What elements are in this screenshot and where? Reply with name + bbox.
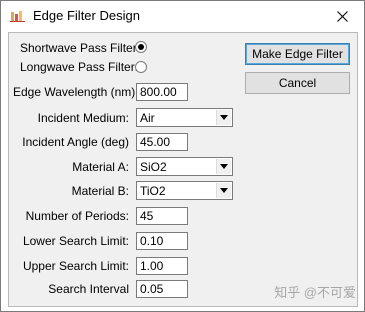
dialog-window: Edge Filter Design Shortwave Pass Filter…	[0, 0, 365, 312]
upper-search-input[interactable]: 1.00	[136, 257, 188, 275]
chevron-down-icon[interactable]	[216, 159, 231, 174]
window-title: Edge Filter Design	[33, 8, 140, 23]
material-b-select[interactable]: TiO2	[136, 181, 233, 200]
search-interval-label: Search Interval	[48, 282, 129, 296]
shortwave-radio[interactable]	[135, 41, 147, 53]
edge-wavelength-input[interactable]: 800.00	[136, 83, 188, 101]
search-interval-input[interactable]: 0.05	[136, 280, 188, 298]
incident-medium-value: Air	[140, 111, 155, 125]
chevron-down-icon[interactable]	[216, 110, 231, 125]
longwave-radio[interactable]	[135, 61, 147, 73]
material-a-value: SiO2	[140, 160, 167, 174]
lower-search-input[interactable]: 0.10	[136, 232, 188, 250]
title-bar[interactable]: Edge Filter Design	[1, 1, 364, 31]
edge-wavelength-label: Edge Wavelength (nm)	[13, 85, 136, 99]
longwave-label: Longwave Pass Filter:	[20, 60, 139, 74]
dialog-body: Shortwave Pass Filter: Longwave Pass Fil…	[8, 32, 358, 307]
material-b-value: TiO2	[140, 184, 166, 198]
incident-medium-label: Incident Medium:	[37, 111, 129, 125]
num-periods-input[interactable]: 45	[136, 207, 188, 225]
material-b-label: Material B:	[71, 184, 129, 198]
upper-search-label: Upper Search Limit:	[22, 259, 129, 273]
watermark: 知乎 @不可爱	[274, 285, 356, 300]
incident-angle-input[interactable]: 45.00	[136, 133, 188, 151]
material-a-label: Material A:	[72, 160, 129, 174]
app-icon	[10, 9, 26, 23]
material-a-select[interactable]: SiO2	[136, 157, 233, 176]
incident-angle-label: Incident Angle (deg)	[22, 135, 129, 149]
lower-search-label: Lower Search Limit:	[22, 234, 129, 248]
incident-medium-select[interactable]: Air	[136, 108, 233, 127]
radio-selected-dot	[138, 44, 144, 50]
cancel-button[interactable]: Cancel	[245, 72, 350, 94]
close-button[interactable]	[320, 1, 364, 31]
chevron-down-icon[interactable]	[216, 183, 231, 198]
close-icon	[336, 10, 348, 22]
make-edge-filter-button[interactable]: Make Edge Filter	[245, 43, 350, 65]
shortwave-label: Shortwave Pass Filter:	[20, 41, 141, 55]
num-periods-label: Number of Periods:	[25, 209, 129, 223]
